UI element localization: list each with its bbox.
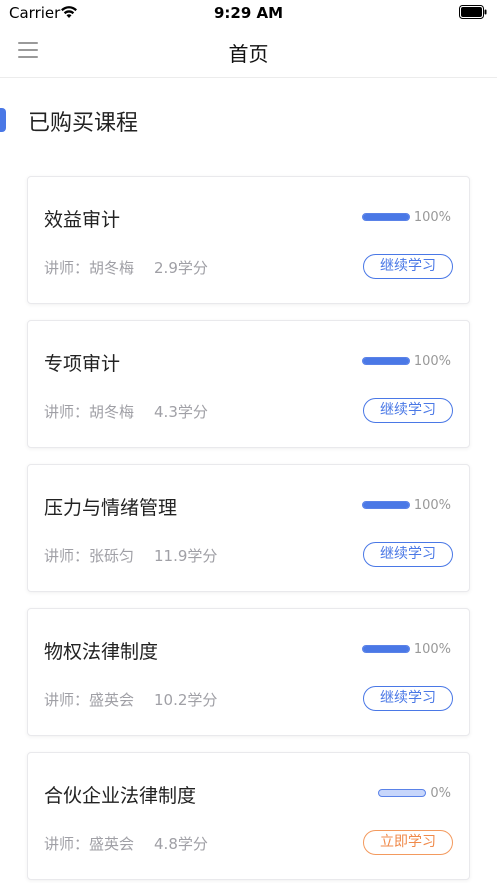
progress-bar	[361, 213, 410, 221]
progress-text: 0%	[430, 785, 451, 801]
section-header: 已购买课程	[0, 105, 300, 136]
course-meta: 讲师：盛英会 10.2学分	[44, 689, 217, 710]
continue-study-button[interactable]: 继续学习	[363, 542, 453, 567]
course-card[interactable]: 专项审计 100% 讲师：胡冬梅 4.3学分 继续学习	[27, 320, 470, 448]
course-title: 专项审计	[44, 353, 121, 375]
progress-fill	[362, 502, 409, 508]
course-meta: 讲师：盛英会 4.8学分	[44, 833, 208, 854]
credits-label: 10.2学分	[154, 691, 218, 709]
progress-bar	[361, 357, 410, 365]
battery-icon	[459, 5, 487, 19]
page-title: 首页	[228, 42, 269, 66]
course-card[interactable]: 物权法律制度 100% 讲师：盛英会 10.2学分 继续学习	[27, 608, 470, 736]
section-accent-bar	[0, 108, 6, 132]
course-title: 物权法律制度	[44, 641, 159, 663]
continue-study-button[interactable]: 继续学习	[363, 398, 453, 423]
progress-fill	[362, 358, 409, 364]
teacher-label: 讲师：盛英会	[44, 835, 135, 853]
section-title: 已购买课程	[28, 111, 139, 136]
course-meta: 讲师：胡冬梅 4.3学分	[44, 401, 208, 422]
course-card[interactable]: 效益审计 100% 讲师：胡冬梅 2.9学分 继续学习	[27, 176, 470, 304]
status-bar: Carrier 9:29 AM	[0, 0, 497, 26]
credits-label: 11.9学分	[154, 547, 218, 565]
progress-bar	[361, 645, 410, 653]
progress-text: 100%	[413, 209, 451, 225]
credits-label: 2.9学分	[154, 259, 208, 277]
nav-bar: 首页	[0, 26, 497, 78]
teacher-label: 讲师：胡冬梅	[44, 259, 135, 277]
teacher-label: 讲师：胡冬梅	[44, 403, 135, 421]
course-title: 合伙企业法律制度	[44, 785, 197, 807]
progress: 0%	[378, 785, 451, 801]
course-meta: 讲师：胡冬梅 2.9学分	[44, 257, 208, 278]
credits-label: 4.3学分	[154, 403, 208, 421]
course-card[interactable]: 压力与情绪管理 100% 讲师：张砾匀 11.9学分 继续学习	[27, 464, 470, 592]
course-meta: 讲师：张砾匀 11.9学分	[44, 545, 217, 566]
credits-label: 4.8学分	[154, 835, 208, 853]
course-title: 效益审计	[44, 209, 121, 231]
start-study-button[interactable]: 立即学习	[363, 830, 453, 855]
progress-fill	[362, 214, 409, 220]
progress: 100%	[361, 209, 451, 225]
progress-text: 100%	[413, 497, 451, 513]
progress-fill	[362, 646, 409, 652]
course-title: 压力与情绪管理	[44, 497, 178, 519]
screen: Carrier 9:29 AM 首页 已购买课程 效益审计 100% 讲师：胡冬…	[0, 0, 497, 883]
progress-bar	[361, 501, 410, 509]
progress: 100%	[361, 641, 451, 657]
course-card[interactable]: 合伙企业法律制度 0% 讲师：盛英会 4.8学分 立即学习	[27, 752, 470, 880]
progress-text: 100%	[413, 353, 451, 369]
teacher-label: 讲师：张砾匀	[44, 547, 135, 565]
progress-text: 100%	[413, 641, 451, 657]
progress-bar	[378, 789, 427, 797]
continue-study-button[interactable]: 继续学习	[363, 686, 453, 711]
continue-study-button[interactable]: 继续学习	[363, 254, 453, 279]
teacher-label: 讲师：盛英会	[44, 691, 135, 709]
progress: 100%	[361, 353, 451, 369]
progress: 100%	[361, 497, 451, 513]
clock: 9:29 AM	[213, 4, 284, 22]
